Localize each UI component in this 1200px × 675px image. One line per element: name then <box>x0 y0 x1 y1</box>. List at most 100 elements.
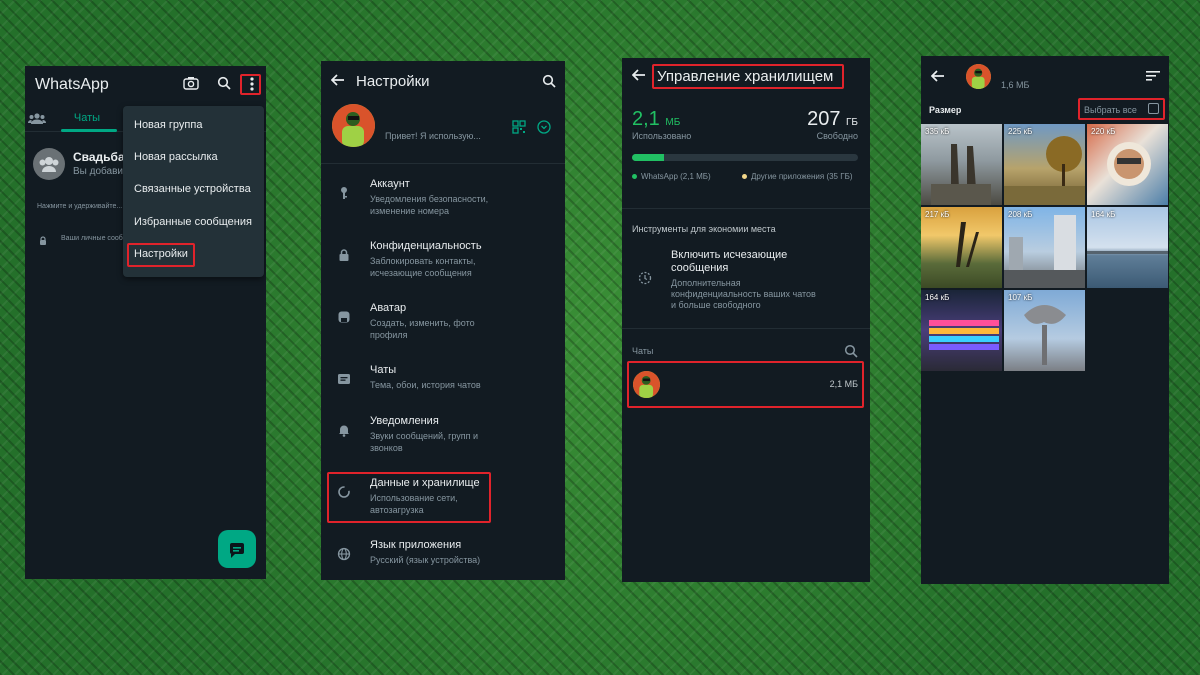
menu-item-new-group[interactable]: Новая группа <box>134 119 202 131</box>
settings-item-title: Чаты <box>370 364 397 376</box>
free-label: Свободно <box>816 131 858 141</box>
communities-icon[interactable] <box>28 112 46 124</box>
back-arrow-icon[interactable] <box>931 70 945 82</box>
thumbnail-size: 217 кБ <box>925 210 950 219</box>
divider <box>321 163 565 164</box>
settings-item-title: Аватар <box>370 302 407 314</box>
bell-icon <box>337 423 351 442</box>
river-photo <box>1087 251 1168 254</box>
autumn-tree-photo <box>1004 136 1085 205</box>
media-thumbnail[interactable]: 225 кБ <box>1004 124 1085 205</box>
settings-item-title: Язык приложения <box>370 539 462 551</box>
sort-label: Размер <box>929 105 962 115</box>
thumbnail-size: 335 кБ <box>925 127 950 136</box>
media-thumbnail[interactable]: 335 кБ <box>921 124 1002 205</box>
media-thumbnail[interactable]: 208 кБ <box>1004 207 1085 288</box>
settings-item-subtitle: Создать, изменить, фото профиля <box>370 318 475 340</box>
used-value: 2,1 <box>632 108 660 130</box>
settings-item-title: Данные и хранилище <box>370 477 480 489</box>
encryption-note: Ваши личные сооб... <box>61 235 129 242</box>
settings-item-subtitle: Русский (язык устройства) <box>370 555 481 565</box>
menu-item-linked-devices[interactable]: Связанные устройства <box>134 183 251 195</box>
whatsapp-home-screen: WhatsApp Чаты Свадьба ... Вы добавил... … <box>25 66 266 579</box>
disappearing-messages-subtitle: Дополнительная конфиденциальность ваших … <box>671 278 816 310</box>
menu-item-new-broadcast[interactable]: Новая рассылка <box>134 151 218 163</box>
chat-avatar <box>966 64 991 89</box>
settings-screen: Настройки Привет! Я использую... Аккаунт… <box>321 61 565 580</box>
select-all-label[interactable]: Выбрать все <box>1084 105 1137 115</box>
thumbnail-size: 107 кБ <box>1008 293 1033 302</box>
storage-usage-bar <box>632 154 858 161</box>
search-icon[interactable] <box>844 344 858 358</box>
profile-avatar[interactable] <box>332 104 375 147</box>
media-thumbnail[interactable]: 164 кБ <box>1087 207 1168 288</box>
free-unit: ГБ <box>846 117 858 128</box>
whatsapp-usage-fill <box>632 154 664 161</box>
select-all-checkbox[interactable] <box>1148 103 1159 114</box>
sort-icon[interactable] <box>1146 71 1160 81</box>
media-thumbnail[interactable]: 107 кБ <box>1004 290 1085 371</box>
thumbnail-size: 208 кБ <box>1008 210 1033 219</box>
statue-photo <box>931 144 991 205</box>
illuminated-building-photo <box>929 320 999 350</box>
divider <box>622 328 870 329</box>
disappearing-messages-title[interactable]: Включить исчезающие сообщения <box>671 249 831 275</box>
tree-sculpture-photo <box>1024 305 1066 365</box>
thumbnail-size: 164 кБ <box>925 293 950 302</box>
more-options-icon[interactable] <box>247 76 257 92</box>
used-unit: МБ <box>665 117 681 128</box>
back-arrow-icon[interactable] <box>331 74 345 86</box>
hint-text: Нажмите и удерживайте... <box>37 203 123 210</box>
media-thumbnail[interactable]: 164 кБ <box>921 290 1002 371</box>
lock-icon <box>39 236 47 245</box>
settings-item-subtitle: Использование сети, автозагрузка <box>370 493 458 515</box>
tab-indicator <box>61 129 117 132</box>
sunset-sculpture-photo <box>956 222 979 267</box>
globe-icon <box>337 547 351 566</box>
menu-item-starred-messages[interactable]: Избранные сообщения <box>134 216 252 228</box>
search-icon[interactable] <box>217 76 231 90</box>
page-title: Настройки <box>356 73 430 90</box>
chat-storage-size: 2,1 МБ <box>829 379 858 389</box>
highlight-chat-row[interactable] <box>627 361 864 408</box>
media-thumbnail[interactable]: 220 кБ <box>1087 124 1168 205</box>
legend-whatsapp: WhatsApp (2,1 МБ) <box>632 172 711 182</box>
settings-item-title: Конфиденциальность <box>370 240 482 252</box>
legend-other-apps: Другие приложения (35 ГБ) <box>742 172 862 182</box>
settings-item-subtitle: Звуки сообщений, групп и звонков <box>370 431 479 453</box>
free-value: 207 <box>807 108 841 130</box>
overflow-menu: Новая группа Новая рассылка Связанные ус… <box>123 106 264 277</box>
new-chat-icon <box>230 543 244 558</box>
settings-item-subtitle: Тема, обои, история чатов <box>370 380 481 390</box>
qr-code-icon[interactable] <box>512 120 526 134</box>
back-arrow-icon[interactable] <box>632 69 646 81</box>
expand-icon[interactable] <box>537 120 551 134</box>
new-chat-button[interactable] <box>218 530 256 568</box>
chat-avatar[interactable] <box>633 371 660 398</box>
avatar-icon <box>337 310 351 329</box>
storage-management-screen: Управление хранилищем 2,1 МБ 207 ГБ Испо… <box>622 58 870 582</box>
thumbnail-size: 220 кБ <box>1091 127 1116 136</box>
key-icon <box>337 186 351 205</box>
used-storage-value: 2,1 МБ <box>632 108 680 131</box>
search-icon[interactable] <box>542 74 556 88</box>
profile-status: Привет! Я использую... <box>385 131 481 141</box>
chat-icon <box>337 372 351 391</box>
media-thumbnail[interactable]: 217 кБ <box>921 207 1002 288</box>
settings-item-title: Уведомления <box>370 415 439 427</box>
thumbnail-size: 225 кБ <box>1008 127 1033 136</box>
camera-icon[interactable] <box>183 76 199 90</box>
chat-media-screen: 1,6 МБ Размер Выбрать все 335 кБ 225 кБ … <box>921 56 1169 584</box>
app-bar: WhatsApp <box>25 66 266 102</box>
storage-icon <box>337 485 351 504</box>
tools-header: Инструменты для экономии места <box>632 224 776 234</box>
thumbnail-size: 164 кБ <box>1091 210 1116 219</box>
tab-chats[interactable]: Чаты <box>59 112 115 124</box>
used-label: Использовано <box>632 131 692 141</box>
menu-item-settings[interactable]: Настройки <box>134 248 188 260</box>
settings-item-title: Аккаунт <box>370 178 410 190</box>
mural-photo <box>1107 142 1151 186</box>
free-storage-value: 207 ГБ <box>807 108 858 131</box>
app-title: WhatsApp <box>35 76 109 93</box>
divider <box>622 208 870 209</box>
